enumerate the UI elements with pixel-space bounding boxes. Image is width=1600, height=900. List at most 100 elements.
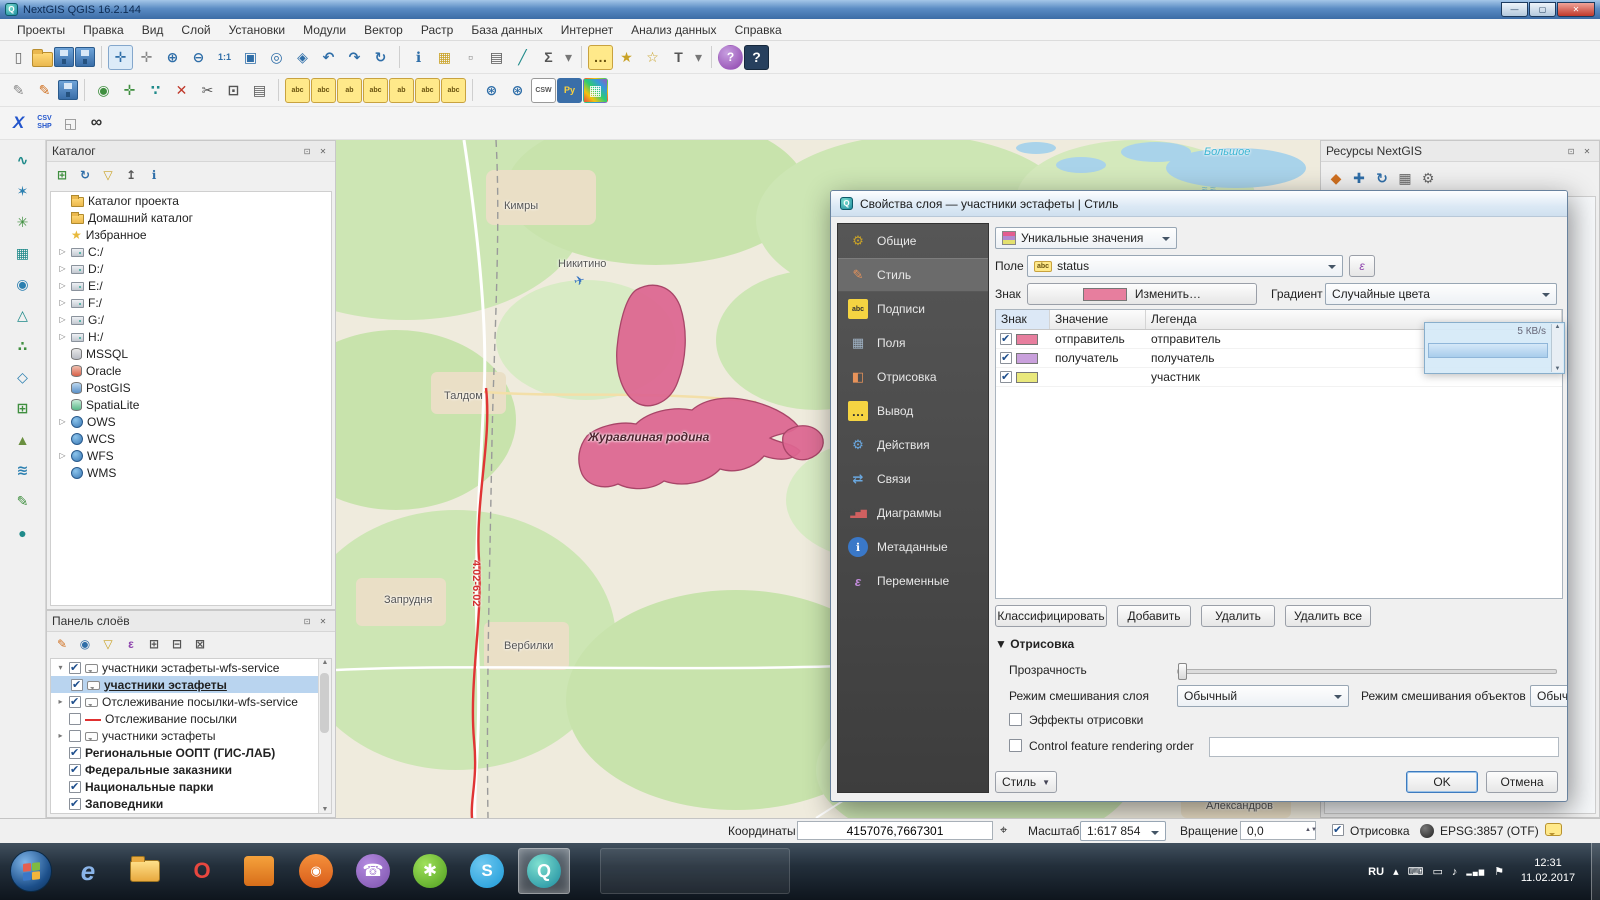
vector-tool-3-icon[interactable]: ✳ [10, 210, 35, 235]
properties-icon[interactable]: ℹ [144, 165, 164, 185]
close-button[interactable]: ✕ [1557, 2, 1595, 17]
category-swatch[interactable] [1016, 334, 1038, 345]
dialog-tab-joins[interactable]: ⇄Связи [838, 462, 988, 496]
expression-filter-icon[interactable]: ε [121, 634, 141, 654]
deselect-features-icon[interactable]: ▫ [458, 45, 483, 70]
menu-web[interactable]: Интернет [552, 20, 622, 40]
category-value[interactable]: отправитель [1050, 332, 1146, 346]
layer-row[interactable]: ▸участники эстафеты [51, 727, 331, 744]
ok-button[interactable]: OK [1406, 771, 1478, 793]
classify-button[interactable]: Классифицировать [995, 605, 1107, 627]
rendering-section-header[interactable]: ▼ Отрисовка [995, 637, 1074, 651]
pan-to-selection-icon[interactable]: ✛ [134, 45, 159, 70]
rendering-order-field[interactable] [1209, 737, 1559, 757]
dialog-titlebar[interactable]: Q Свойства слоя — участники эстафеты | С… [831, 191, 1567, 217]
vector-tool-5-icon[interactable]: ◉ [10, 272, 35, 297]
expander-icon[interactable]: ▷ [58, 281, 67, 290]
node-tool-icon[interactable]: ∵ [143, 78, 168, 103]
add-selected-layers-icon[interactable]: ⊞ [52, 165, 72, 185]
tree-item[interactable]: WCS [51, 430, 331, 447]
manage-map-themes-icon[interactable]: ◉ [75, 634, 95, 654]
layer-checkbox[interactable] [69, 798, 81, 810]
language-indicator[interactable]: RU [1368, 866, 1384, 878]
dock-plugin-icon[interactable]: ◱ [58, 111, 83, 136]
highlight-labels-icon[interactable]: abc [363, 78, 388, 103]
close-panel-icon[interactable]: ✕ [316, 614, 330, 628]
delete-all-button[interactable]: Удалить все [1285, 605, 1371, 627]
message-log-icon[interactable] [1545, 823, 1562, 836]
tree-item[interactable]: SpatiaLite [51, 396, 331, 413]
pin-labels-icon[interactable]: ab [337, 78, 362, 103]
add-feature-icon[interactable]: ◉ [91, 78, 116, 103]
zoom-last-icon[interactable]: ↶ [316, 45, 341, 70]
slider-handle[interactable] [1178, 663, 1187, 680]
map-tips-icon[interactable]: … [588, 45, 613, 70]
tree-item[interactable]: WMS [51, 464, 331, 481]
refresh-browser-icon[interactable]: ↻ [75, 165, 95, 185]
label-options-icon[interactable]: abc [311, 78, 336, 103]
expander-icon[interactable]: ▷ [58, 247, 67, 256]
resource-table-icon[interactable]: ▦ [1395, 168, 1415, 188]
summary-menu-icon[interactable]: ▾ [562, 45, 575, 70]
expander-icon[interactable]: ▸ [56, 697, 65, 706]
zoom-out-icon[interactable]: ⊖ [186, 45, 211, 70]
dialog-tab-general[interactable]: ⚙Общие [838, 224, 988, 258]
pan-map-icon[interactable]: ✛ [108, 45, 133, 70]
menu-settings[interactable]: Установки [220, 20, 294, 40]
window-taskbar-button[interactable] [600, 848, 790, 894]
remove-layer-icon[interactable]: ⊠ [190, 634, 210, 654]
python-console-icon[interactable]: Py [557, 78, 582, 103]
tree-item[interactable]: Каталог проекта [51, 192, 331, 209]
refresh-resources-icon[interactable]: ↻ [1372, 168, 1392, 188]
menu-vector[interactable]: Вектор [355, 20, 412, 40]
tree-item[interactable]: Домашний каталог [51, 209, 331, 226]
category-checkbox[interactable] [1000, 333, 1012, 345]
style-manager-icon[interactable]: ▦ [583, 78, 608, 103]
minimize-button[interactable]: — [1501, 2, 1528, 17]
qgis-taskbar-icon[interactable]: Q [518, 848, 570, 894]
statistical-summary-icon[interactable]: Σ [536, 45, 561, 70]
vector-tool-13-icon[interactable]: ● [10, 520, 35, 545]
coordinates-input[interactable] [797, 821, 993, 840]
x-plugin-icon[interactable]: X [6, 111, 31, 136]
layer-checkbox[interactable] [69, 781, 81, 793]
csv-shp-plugin-icon[interactable]: CSV SHP [32, 111, 57, 136]
tree-item[interactable]: ▷C:/ [51, 243, 331, 260]
category-checkbox[interactable] [1000, 352, 1012, 364]
nextgis-logo-icon[interactable]: ◆ [1326, 168, 1346, 188]
collapse-all-icon[interactable]: ↥ [121, 165, 141, 185]
save-project-as-icon[interactable] [75, 47, 95, 67]
cancel-button[interactable]: Отмена [1486, 771, 1558, 793]
expander-icon[interactable]: ▷ [58, 451, 67, 460]
mini-scrollbar[interactable]: ▲▼ [1551, 324, 1563, 372]
show-desktop-button[interactable] [1591, 843, 1600, 900]
expression-button[interactable]: ε [1349, 255, 1375, 277]
skype-icon[interactable]: S [461, 848, 513, 894]
opera-icon[interactable]: O [176, 848, 228, 894]
dialog-tab-variables[interactable]: εПеременные [838, 564, 988, 598]
category-value[interactable]: получатель [1050, 351, 1146, 365]
vector-tool-1-icon[interactable]: ∿ [10, 148, 35, 173]
expander-icon[interactable]: ▷ [58, 298, 67, 307]
zoom-actual-icon[interactable]: 1:1 [212, 45, 237, 70]
column-header[interactable]: Значение [1050, 310, 1146, 329]
vector-tool-9-icon[interactable]: ⊞ [10, 396, 35, 421]
menu-plugins[interactable]: Модули [294, 20, 355, 40]
layer-checkbox[interactable] [69, 662, 81, 674]
expander-icon[interactable]: ▷ [58, 315, 67, 324]
delete-selected-icon[interactable]: ✕ [169, 78, 194, 103]
new-project-icon[interactable]: ▯ [6, 45, 31, 70]
wfs-connection-icon[interactable]: ⊛ [479, 78, 504, 103]
select-features-icon[interactable]: ▦ [432, 45, 457, 70]
dialog-tab-metadata[interactable]: ℹМетаданные [838, 530, 988, 564]
vector-tool-8-icon[interactable]: ◇ [10, 365, 35, 390]
field-combo[interactable]: abcstatus [1027, 255, 1343, 277]
tree-item[interactable]: ▷WFS [51, 447, 331, 464]
layer-row[interactable]: Заповедники [51, 795, 331, 812]
style-menu-button[interactable]: Стиль▼ [995, 771, 1057, 793]
tree-item[interactable]: ▷H:/ [51, 328, 331, 345]
transparency-slider[interactable] [1177, 669, 1557, 674]
delete-button[interactable]: Удалить [1201, 605, 1275, 627]
toggle-editing-icon[interactable]: ✎ [32, 78, 57, 103]
tree-item[interactable]: ▷G:/ [51, 311, 331, 328]
